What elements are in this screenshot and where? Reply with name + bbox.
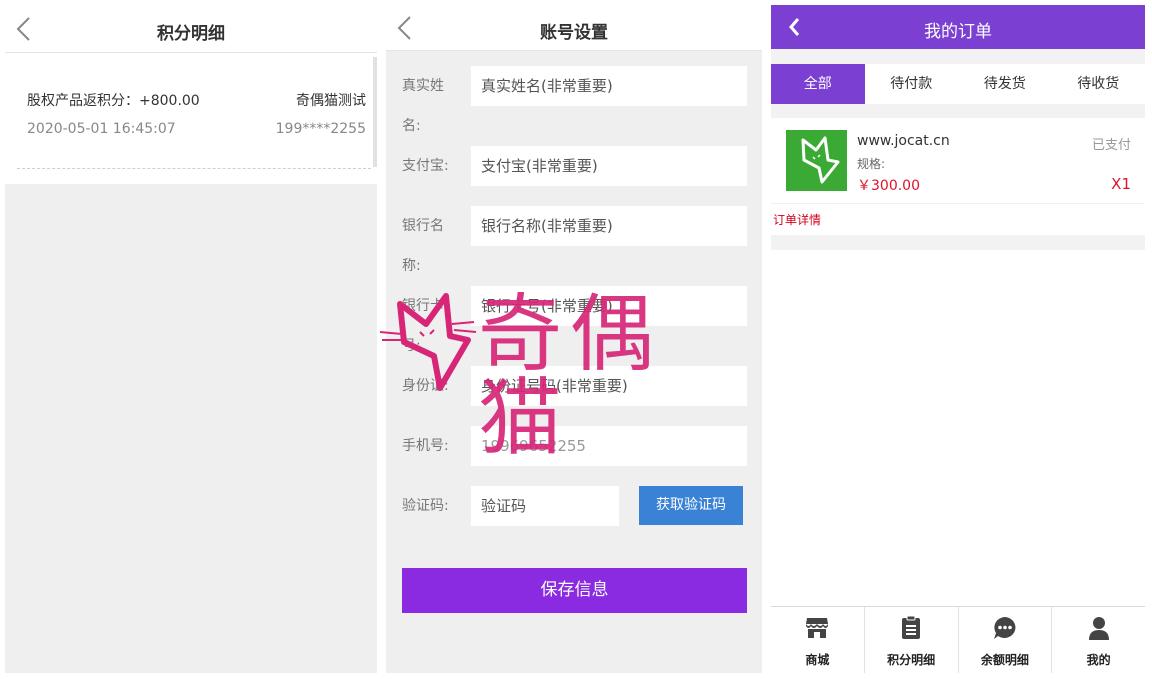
real-name-input[interactable] <box>471 66 747 106</box>
real-name-label: 真实姓名: <box>402 78 444 134</box>
save-button[interactable]: 保存信息 <box>402 568 747 613</box>
bank-card-label: 银行卡号: <box>402 298 444 354</box>
product-spec: 规格: <box>857 157 886 171</box>
product-price: ￥300.00 <box>857 178 920 194</box>
store-icon <box>806 618 829 638</box>
order-status: 已支付 <box>1091 138 1131 153</box>
my-orders-panel: 我的订单 全部 待付款 待发货 待收货 www.jocat.cn 已支付 规格:… <box>771 5 1145 673</box>
tabbar-label: 积分明细 <box>887 653 936 667</box>
order-status-tabs: 全部 待付款 待发货 待收货 <box>771 64 1145 104</box>
id-card-label: 身份证: <box>402 378 449 394</box>
user-icon <box>1088 617 1109 640</box>
tabbar-item-store[interactable]: 商城 <box>771 607 865 673</box>
orders-header: 我的订单 <box>771 5 1145 49</box>
product-quantity: X1 <box>1111 175 1131 193</box>
points-detail-panel: 积分明细 股权产品返积分：+800.00 奇偶猫测试 2020-05-01 16… <box>5 5 377 673</box>
page-title: 账号设置 <box>540 23 608 43</box>
bank-name-label: 银行名称: <box>402 218 444 274</box>
orders-content-area <box>771 250 1145 606</box>
tab-pending-payment[interactable]: 待付款 <box>865 64 959 104</box>
tabbar-label: 商城 <box>805 653 830 667</box>
tabbar-item-balance[interactable]: 余额明细 <box>959 607 1053 673</box>
order-detail-link[interactable]: 订单详情 <box>773 211 821 228</box>
bottom-tab-bar: 商城 积分明细 余额明细 我的 <box>771 606 1145 673</box>
tab-all[interactable]: 全部 <box>771 64 865 104</box>
clipboard-icon <box>902 615 921 639</box>
points-header: 积分明细 <box>5 5 377 53</box>
page-title: 积分明细 <box>157 24 225 44</box>
bank-card-input[interactable] <box>471 286 747 326</box>
alipay-input[interactable] <box>471 146 747 186</box>
order-card[interactable]: www.jocat.cn 已支付 规格: ￥300.00 X1 订单详情 <box>771 118 1145 235</box>
id-card-input[interactable] <box>471 366 747 406</box>
tab-pending-receipt[interactable]: 待收货 <box>1052 64 1146 104</box>
cat-logo-icon <box>801 136 840 184</box>
tabbar-item-points[interactable]: 积分明细 <box>865 607 959 673</box>
product-name[interactable]: www.jocat.cn <box>857 133 950 149</box>
phone-input[interactable] <box>471 426 747 466</box>
tabbar-label: 余额明细 <box>980 653 1029 667</box>
tabbar-item-mine[interactable]: 我的 <box>1052 607 1145 673</box>
page-title: 我的订单 <box>924 22 992 42</box>
product-thumbnail[interactable] <box>786 130 847 191</box>
verify-code-label: 验证码: <box>402 498 449 514</box>
record-phone: 199****2255 <box>275 121 366 137</box>
record-description: 股权产品返积分：+800.00 <box>27 93 200 109</box>
tabbar-label: 我的 <box>1086 653 1111 667</box>
divider <box>771 203 1145 204</box>
record-time: 2020-05-01 16:45:07 <box>27 121 176 137</box>
bank-name-input[interactable] <box>471 206 747 246</box>
points-list: 股权产品返积分：+800.00 奇偶猫测试 2020-05-01 16:45:0… <box>5 53 377 184</box>
account-header: 账号设置 <box>386 5 762 51</box>
account-settings-panel: 账号设置 真实姓名: 支付宝: 银行名称: 银行卡号: 身份证: 手机号: 验证… <box>386 5 762 673</box>
tab-pending-shipment[interactable]: 待发货 <box>958 64 1052 104</box>
record-user: 奇偶猫测试 <box>296 93 366 109</box>
alipay-label: 支付宝: <box>402 158 449 174</box>
get-code-button[interactable]: 获取验证码 <box>639 486 743 525</box>
scrollbar[interactable] <box>373 57 377 167</box>
phone-label: 手机号: <box>402 438 449 454</box>
points-record: 股权产品返积分：+800.00 奇偶猫测试 2020-05-01 16:45:0… <box>17 59 371 169</box>
verify-code-input[interactable] <box>471 486 619 526</box>
chat-bubble-icon <box>993 617 1016 639</box>
